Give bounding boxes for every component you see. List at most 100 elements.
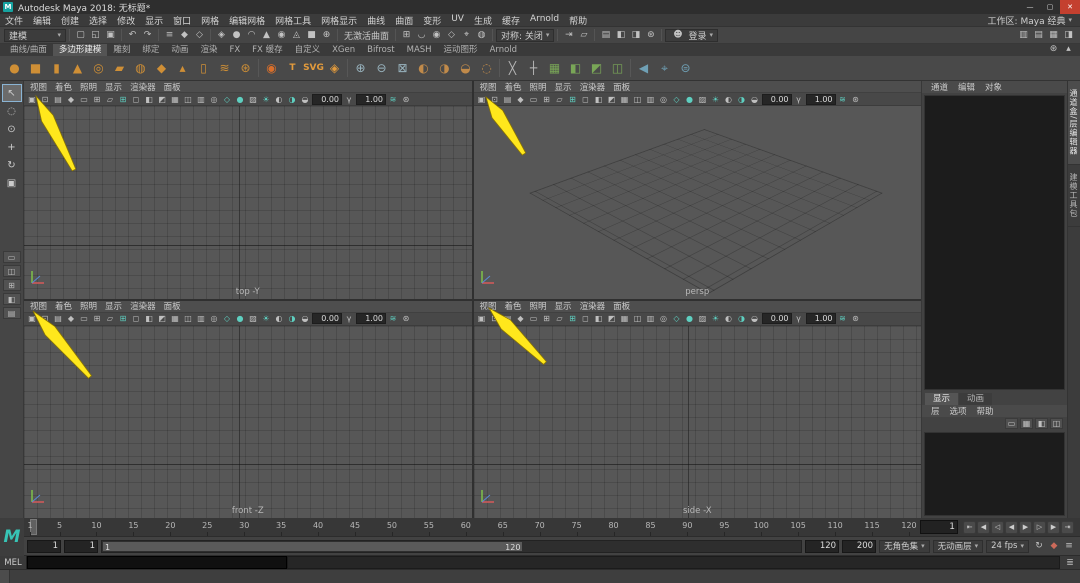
vp-menu-着色[interactable]: 着色 xyxy=(51,301,76,313)
play-backwards-button[interactable]: ◀ xyxy=(1005,521,1018,534)
isolate-select-icon[interactable]: ◎ xyxy=(658,313,670,325)
exposure-field[interactable]: 0.00 xyxy=(312,94,342,105)
mel-command-input[interactable] xyxy=(27,556,287,569)
vp-menu-渲染器[interactable]: 渲染器 xyxy=(576,301,610,313)
screen-space-ao-icon[interactable]: ◑ xyxy=(286,93,298,105)
snap-to-curve-icon[interactable]: ◡ xyxy=(414,28,429,43)
step-back-key-button[interactable]: ◁ xyxy=(991,521,1004,534)
current-frame-field[interactable] xyxy=(920,520,958,534)
step-forward-key-button[interactable]: ▷ xyxy=(1033,521,1046,534)
mask-rendering-icon[interactable]: ■ xyxy=(304,28,319,43)
poly-helix-icon[interactable]: ≋ xyxy=(214,58,235,79)
exposure-field[interactable]: 0.00 xyxy=(762,313,792,324)
exposure-field[interactable]: 0.00 xyxy=(312,313,342,324)
layer-tab-显示[interactable]: 显示 xyxy=(925,393,958,405)
select-tool[interactable]: ↖ xyxy=(3,85,21,101)
shadows-icon[interactable]: ◐ xyxy=(273,93,285,105)
maximize-button[interactable]: ▢ xyxy=(1040,0,1060,14)
textured-icon[interactable]: ▨ xyxy=(697,93,709,105)
mask-misc-icon[interactable]: ⊕ xyxy=(319,28,334,43)
login-dropdown[interactable]: ☻登录▾ xyxy=(665,29,718,42)
vp-menu-视图[interactable]: 视图 xyxy=(476,301,501,313)
viewport-canvas-top[interactable]: top -Y xyxy=(24,106,472,299)
poly-gear-icon[interactable]: ⊛ xyxy=(235,58,256,79)
select-camera-icon[interactable]: ▣ xyxy=(26,93,38,105)
vp-menu-显示[interactable]: 显示 xyxy=(101,301,126,313)
field-chart-icon[interactable]: ▦ xyxy=(619,93,631,105)
vp-menu-照明[interactable]: 照明 xyxy=(526,81,551,93)
poly-cone-icon[interactable]: ▲ xyxy=(67,58,88,79)
layout-two-pane[interactable]: ◫ xyxy=(3,265,21,277)
vp-menu-着色[interactable]: 着色 xyxy=(501,301,526,313)
minimize-button[interactable]: — xyxy=(1020,0,1040,14)
vp-menu-着色[interactable]: 着色 xyxy=(501,81,526,93)
resolution-gate-icon[interactable]: ◧ xyxy=(143,313,155,325)
poly-platonic-icon[interactable]: ◆ xyxy=(151,58,172,79)
animation-layer-dropdown[interactable]: 无动画层 ▾ xyxy=(933,540,984,553)
menu-item-变形[interactable]: 变形 xyxy=(418,14,446,27)
motion-blur-icon[interactable]: ◒ xyxy=(749,93,761,105)
safe-title-icon[interactable]: ▥ xyxy=(195,93,207,105)
menu-item-缓存[interactable]: 缓存 xyxy=(497,14,525,27)
shaded-icon[interactable]: ● xyxy=(684,313,696,325)
gate-mask-icon[interactable]: ◩ xyxy=(606,93,618,105)
channel-box-area[interactable] xyxy=(924,95,1065,390)
select-hierarchy-icon[interactable]: ≡ xyxy=(162,28,177,43)
anti-aliasing-icon[interactable]: ≋ xyxy=(387,93,399,105)
close-button[interactable]: ✕ xyxy=(1060,0,1080,14)
poly-cylinder-icon[interactable]: ▮ xyxy=(46,58,67,79)
vp-menu-视图[interactable]: 视图 xyxy=(26,301,51,313)
quad-draw-icon[interactable]: ▦ xyxy=(544,58,565,79)
script-editor-icon[interactable]: ≣ xyxy=(1060,556,1080,569)
create-layer-from-selected-icon[interactable]: ▦ xyxy=(1020,418,1033,429)
shelf-tab-运动图形[interactable]: 运动图形 xyxy=(438,44,484,56)
menu-item-网格[interactable]: 网格 xyxy=(196,14,224,27)
grease-pencil-icon[interactable]: ▱ xyxy=(554,93,566,105)
bookmarks-icon[interactable]: ◆ xyxy=(515,313,527,325)
anti-aliasing-icon[interactable]: ≋ xyxy=(837,93,849,105)
render-view-icon[interactable]: ▤ xyxy=(598,28,613,43)
fps-dropdown[interactable]: 24 fps ▾ xyxy=(986,540,1029,553)
safe-action-icon[interactable]: ◫ xyxy=(632,313,644,325)
camera-attributes-icon[interactable]: ▤ xyxy=(502,313,514,325)
shelf-tab-MASH[interactable]: MASH xyxy=(401,44,438,56)
input-connections-icon[interactable]: ⇥ xyxy=(561,28,576,43)
vp-menu-渲染器[interactable]: 渲染器 xyxy=(126,301,160,313)
snap-to-plane-icon[interactable]: ◇ xyxy=(444,28,459,43)
gate-mask-icon[interactable]: ◩ xyxy=(156,313,168,325)
attribute-editor-toggle-icon[interactable]: ▥ xyxy=(1016,28,1031,43)
rotate-tool[interactable]: ↻ xyxy=(3,157,21,173)
shelf-tab-自定义[interactable]: 自定义 xyxy=(289,44,327,56)
vp-menu-面板[interactable]: 面板 xyxy=(160,81,185,93)
open-scene-icon[interactable]: ◱ xyxy=(88,28,103,43)
layer-moveup-icon[interactable]: ◧ xyxy=(1035,418,1048,429)
isolate-select-icon[interactable]: ◎ xyxy=(658,93,670,105)
vp-menu-渲染器[interactable]: 渲染器 xyxy=(576,81,610,93)
grease-pencil-icon[interactable]: ▱ xyxy=(104,93,116,105)
mask-surfaces-icon[interactable]: ▲ xyxy=(259,28,274,43)
poly-pyramid-icon[interactable]: ▴ xyxy=(172,58,193,79)
screen-space-ao-icon[interactable]: ◑ xyxy=(736,93,748,105)
create-empty-layer-icon[interactable]: ▭ xyxy=(1005,418,1018,429)
shaded-icon[interactable]: ● xyxy=(684,93,696,105)
vp-menu-面板[interactable]: 面板 xyxy=(160,301,185,313)
select-camera-icon[interactable]: ▣ xyxy=(476,313,488,325)
menu-item-文件[interactable]: 文件 xyxy=(0,14,28,27)
viewport-canvas-persp[interactable]: persp xyxy=(474,106,922,299)
render-settings-icon[interactable]: ⊛ xyxy=(643,28,658,43)
image-plane-icon[interactable]: ▭ xyxy=(78,313,90,325)
smooth-icon[interactable]: ◌ xyxy=(476,58,497,79)
two-d-pan-zoom-icon[interactable]: ⊞ xyxy=(541,313,553,325)
shelf-tab-渲染[interactable]: 渲染 xyxy=(194,44,223,56)
anti-aliasing-icon[interactable]: ≋ xyxy=(837,313,849,325)
menu-item-编辑[interactable]: 编辑 xyxy=(28,14,56,27)
two-d-pan-zoom-icon[interactable]: ⊞ xyxy=(91,93,103,105)
grid-toggle-icon[interactable]: ⊞ xyxy=(117,93,129,105)
two-d-pan-zoom-icon[interactable]: ⊞ xyxy=(541,93,553,105)
shadows-icon[interactable]: ◐ xyxy=(273,313,285,325)
playback-start-field[interactable] xyxy=(64,540,98,553)
modeling-toolkit-tab[interactable]: 建模工具包 xyxy=(1068,165,1080,227)
mask-joints-icon[interactable]: ● xyxy=(229,28,244,43)
grid-toggle-icon[interactable]: ⊞ xyxy=(567,313,579,325)
wireframe-icon[interactable]: ◇ xyxy=(221,313,233,325)
